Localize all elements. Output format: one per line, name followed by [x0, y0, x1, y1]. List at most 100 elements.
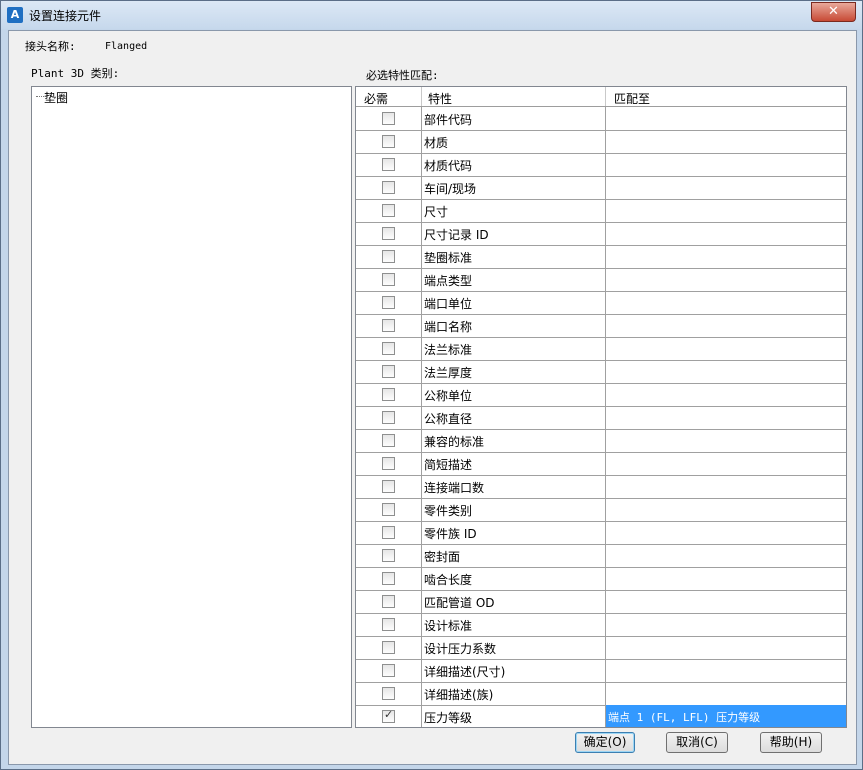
- property-row[interactable]: 公称单位: [356, 383, 846, 407]
- match-to-cell[interactable]: [606, 153, 846, 176]
- property-cell[interactable]: 密封面: [422, 544, 606, 567]
- title-bar[interactable]: A 设置连接元件 ✕: [1, 1, 862, 29]
- property-row[interactable]: 车间/现场: [356, 176, 846, 200]
- required-checkbox[interactable]: [382, 503, 395, 516]
- property-cell[interactable]: 法兰厚度: [422, 360, 606, 383]
- property-cell[interactable]: 垫圈标准: [422, 245, 606, 268]
- property-cell[interactable]: 零件族 ID: [422, 521, 606, 544]
- match-to-cell[interactable]: [606, 406, 846, 429]
- property-row[interactable]: 简短描述: [356, 452, 846, 476]
- required-checkbox[interactable]: [382, 411, 395, 424]
- match-to-cell[interactable]: [606, 659, 846, 682]
- property-row[interactable]: 公称直径: [356, 406, 846, 430]
- property-cell[interactable]: 啮合长度: [422, 567, 606, 590]
- match-to-cell[interactable]: [606, 429, 846, 452]
- required-checkbox[interactable]: [382, 549, 395, 562]
- property-row[interactable]: 设计标准: [356, 613, 846, 637]
- property-cell[interactable]: 端口单位: [422, 291, 606, 314]
- required-checkbox[interactable]: [382, 572, 395, 585]
- column-header-required[interactable]: 必需: [364, 90, 388, 107]
- ok-button[interactable]: 确定(O): [575, 732, 635, 753]
- required-checkbox[interactable]: [382, 365, 395, 378]
- help-button[interactable]: 帮助(H): [760, 732, 822, 753]
- match-to-cell[interactable]: [606, 636, 846, 659]
- required-checkbox[interactable]: [382, 250, 395, 263]
- column-header-match-to[interactable]: 匹配至: [614, 90, 650, 107]
- property-row[interactable]: 设计压力系数: [356, 636, 846, 660]
- property-cell[interactable]: 车间/现场: [422, 176, 606, 199]
- required-checkbox[interactable]: [382, 595, 395, 608]
- match-to-cell[interactable]: [606, 475, 846, 498]
- property-row[interactable]: 端口名称: [356, 314, 846, 338]
- property-cell[interactable]: 连接端口数: [422, 475, 606, 498]
- required-checkbox[interactable]: [382, 227, 395, 240]
- property-cell[interactable]: 部件代码: [422, 107, 606, 130]
- property-row[interactable]: 连接端口数: [356, 475, 846, 499]
- property-cell[interactable]: 简短描述: [422, 452, 606, 475]
- property-row[interactable]: 垫圈标准: [356, 245, 846, 269]
- match-to-cell[interactable]: [606, 314, 846, 337]
- required-checkbox[interactable]: [382, 687, 395, 700]
- property-cell[interactable]: 材质: [422, 130, 606, 153]
- match-to-cell[interactable]: [606, 245, 846, 268]
- property-cell[interactable]: 详细描述(尺寸): [422, 659, 606, 682]
- property-row[interactable]: 尺寸记录 ID: [356, 222, 846, 246]
- required-checkbox[interactable]: [382, 112, 395, 125]
- match-to-cell[interactable]: 端点 1 (FL, LFL) 压力等级: [606, 705, 846, 727]
- column-divider[interactable]: [421, 87, 422, 106]
- match-to-cell[interactable]: [606, 268, 846, 291]
- match-to-cell[interactable]: [606, 613, 846, 636]
- property-grid[interactable]: 必需 特性 匹配至 部件代码 材质 材质代码 车间/现场 尺寸 尺寸记录 ID 垫圈标准 端点…: [355, 86, 847, 728]
- property-row[interactable]: 部件代码: [356, 107, 846, 131]
- required-checkbox[interactable]: [382, 296, 395, 309]
- property-row[interactable]: 零件族 ID: [356, 521, 846, 545]
- required-checkbox[interactable]: [382, 135, 395, 148]
- match-to-cell[interactable]: [606, 521, 846, 544]
- property-row[interactable]: 匹配管道 OD: [356, 590, 846, 614]
- property-row[interactable]: 材质: [356, 130, 846, 154]
- property-row[interactable]: 材质代码: [356, 153, 846, 177]
- required-checkbox[interactable]: [382, 526, 395, 539]
- match-to-cell[interactable]: [606, 590, 846, 613]
- match-to-cell[interactable]: [606, 452, 846, 475]
- property-row[interactable]: 密封面: [356, 544, 846, 568]
- required-checkbox[interactable]: [382, 181, 395, 194]
- required-checkbox[interactable]: [382, 388, 395, 401]
- match-to-cell[interactable]: [606, 291, 846, 314]
- required-checkbox[interactable]: [382, 434, 395, 447]
- required-checkbox[interactable]: [382, 480, 395, 493]
- required-checkbox[interactable]: [382, 641, 395, 654]
- match-to-cell[interactable]: [606, 498, 846, 521]
- column-header-property[interactable]: 特性: [428, 90, 452, 107]
- property-cell[interactable]: 零件类别: [422, 498, 606, 521]
- required-checkbox[interactable]: [382, 319, 395, 332]
- property-row[interactable]: 端点类型: [356, 268, 846, 292]
- property-cell[interactable]: 压力等级: [422, 705, 606, 727]
- property-cell[interactable]: 兼容的标准: [422, 429, 606, 452]
- property-row[interactable]: 法兰标准: [356, 337, 846, 361]
- property-row[interactable]: 尺寸: [356, 199, 846, 223]
- property-cell[interactable]: 尺寸记录 ID: [422, 222, 606, 245]
- category-tree[interactable]: 垫圈: [31, 86, 352, 728]
- match-to-cell[interactable]: [606, 682, 846, 705]
- property-row[interactable]: 详细描述(尺寸): [356, 659, 846, 683]
- property-cell[interactable]: 公称直径: [422, 406, 606, 429]
- match-to-cell[interactable]: [606, 176, 846, 199]
- match-to-cell[interactable]: [606, 337, 846, 360]
- tree-item-gasket[interactable]: 垫圈: [44, 89, 68, 106]
- required-checkbox[interactable]: [382, 273, 395, 286]
- required-checkbox[interactable]: [382, 204, 395, 217]
- match-to-cell[interactable]: [606, 107, 846, 130]
- match-to-cell[interactable]: [606, 360, 846, 383]
- property-cell[interactable]: 设计压力系数: [422, 636, 606, 659]
- property-cell[interactable]: 尺寸: [422, 199, 606, 222]
- required-checkbox[interactable]: [382, 158, 395, 171]
- property-cell[interactable]: 材质代码: [422, 153, 606, 176]
- property-row[interactable]: 端口单位: [356, 291, 846, 315]
- match-to-cell[interactable]: [606, 383, 846, 406]
- match-to-cell[interactable]: [606, 567, 846, 590]
- property-cell[interactable]: 法兰标准: [422, 337, 606, 360]
- required-checkbox[interactable]: [382, 664, 395, 677]
- cancel-button[interactable]: 取消(C): [666, 732, 728, 753]
- property-row[interactable]: 零件类别: [356, 498, 846, 522]
